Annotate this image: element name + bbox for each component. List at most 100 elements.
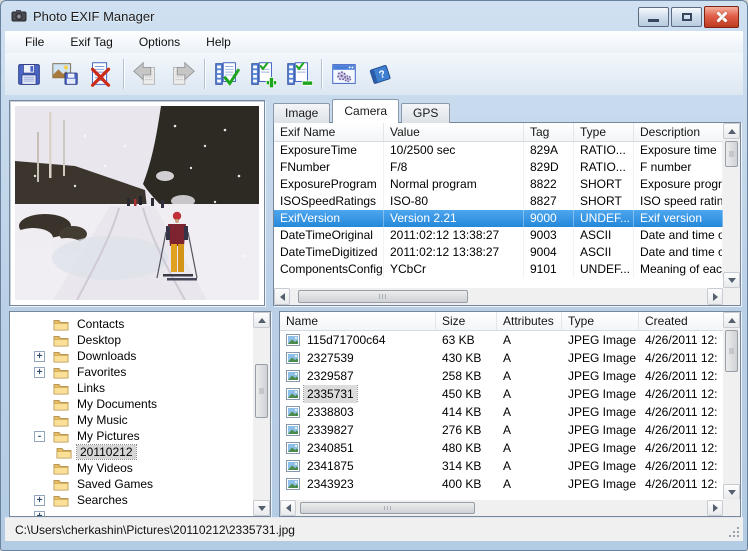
column-header-exif-name[interactable]: Exif Name xyxy=(274,123,384,141)
scroll-right-button[interactable] xyxy=(707,288,723,305)
tab-camera[interactable]: Camera xyxy=(332,99,399,123)
tree-item-my-music[interactable]: My Music xyxy=(10,412,253,428)
options-button[interactable] xyxy=(326,56,362,92)
file-row[interactable]: 2327539 430 KB A JPEG Image 4/26/2011 12… xyxy=(280,349,723,367)
file-row[interactable]: 2338803 414 KB A JPEG Image 4/26/2011 12… xyxy=(280,403,723,421)
file-row[interactable]: 2329587 258 KB A JPEG Image 4/26/2011 12… xyxy=(280,367,723,385)
tree-vertical-scrollbar[interactable] xyxy=(253,312,270,516)
table-row[interactable]: FNumber F/8 829D RATIO... F number xyxy=(274,159,723,176)
collapse-icon[interactable]: - xyxy=(34,431,45,442)
scroll-thumb[interactable] xyxy=(298,290,468,303)
delete-exif-button[interactable] xyxy=(83,56,119,92)
file-size: 400 KB xyxy=(436,475,497,493)
tree-item-favorites[interactable]: + Favorites xyxy=(10,364,253,380)
exif-horizontal-scrollbar[interactable] xyxy=(274,288,723,305)
tree-item-my-documents[interactable]: My Documents xyxy=(10,396,253,412)
save-image-button[interactable] xyxy=(47,56,83,92)
file-row[interactable]: 2341875 314 KB A JPEG Image 4/26/2011 12… xyxy=(280,457,723,475)
folder-icon xyxy=(56,446,72,459)
maximize-button[interactable] xyxy=(671,7,702,27)
previous-image-button[interactable] xyxy=(128,56,164,92)
exif-vertical-scrollbar[interactable] xyxy=(723,123,740,288)
image-file-icon xyxy=(286,370,300,382)
scroll-left-button[interactable] xyxy=(274,288,290,305)
folder-icon xyxy=(53,382,69,395)
tree-item-20110212[interactable]: 20110212 xyxy=(10,444,253,460)
file-type: JPEG Image xyxy=(562,331,639,349)
table-row[interactable]: ComponentsConfig... YCbCr 9101 UNDEF... … xyxy=(274,261,723,278)
column-header-size[interactable]: Size xyxy=(436,312,497,330)
scroll-up-button[interactable] xyxy=(723,123,740,139)
scroll-thumb[interactable] xyxy=(255,364,268,418)
cell-value: Version 2.21 xyxy=(384,210,524,227)
column-header-value[interactable]: Value xyxy=(384,123,524,141)
file-row[interactable]: 2343923 400 KB A JPEG Image 4/26/2011 12… xyxy=(280,475,723,493)
next-image-button[interactable] xyxy=(164,56,200,92)
scroll-down-button[interactable] xyxy=(723,272,740,288)
menu-options[interactable]: Options xyxy=(129,32,190,52)
menu-file[interactable]: File xyxy=(15,32,54,52)
title-bar[interactable]: Photo EXIF Manager xyxy=(1,1,747,31)
triangle-right-icon xyxy=(713,504,718,512)
table-row[interactable]: DateTimeDigitized 2011:02:12 13:38:27 90… xyxy=(274,244,723,261)
menu-help[interactable]: Help xyxy=(196,32,241,52)
table-row-selected[interactable]: ExifVersion Version 2.21 9000 UNDEF... E… xyxy=(274,210,723,227)
scroll-thumb[interactable] xyxy=(725,141,738,167)
apply-tags-button[interactable] xyxy=(209,56,245,92)
minimize-button[interactable] xyxy=(638,7,669,27)
column-header-tag[interactable]: Tag xyxy=(524,123,574,141)
file-row[interactable]: 2339827 276 KB A JPEG Image 4/26/2011 12… xyxy=(280,421,723,439)
triangle-left-icon xyxy=(286,504,291,512)
thumb-grip xyxy=(729,349,734,354)
tree-item-searches[interactable]: + Searches xyxy=(10,492,253,508)
scroll-up-button[interactable] xyxy=(723,312,740,328)
table-row[interactable]: ExposureProgram Normal program 8822 SHOR… xyxy=(274,176,723,193)
column-header-type[interactable]: Type xyxy=(562,312,639,330)
column-header-type[interactable]: Type xyxy=(574,123,634,141)
cell-description: ISO speed rating xyxy=(634,193,723,210)
file-vertical-scrollbar[interactable] xyxy=(723,312,740,500)
scroll-left-button[interactable] xyxy=(280,500,296,516)
resize-grip[interactable] xyxy=(727,525,741,539)
help-button[interactable]: ? xyxy=(362,56,398,92)
scroll-thumb[interactable] xyxy=(300,502,475,514)
add-tag-button[interactable] xyxy=(245,56,281,92)
scroll-down-button[interactable] xyxy=(723,484,740,500)
file-row[interactable]: 115d71700c64 63 KB A JPEG Image 4/26/201… xyxy=(280,331,723,349)
image-file-icon xyxy=(286,460,300,472)
exif-table: Exif Name Value Tag Type Description Exp… xyxy=(273,122,741,306)
tree-item-saved-games[interactable]: Saved Games xyxy=(10,476,253,492)
save-button[interactable] xyxy=(11,56,47,92)
tree-item-contacts[interactable]: Contacts xyxy=(10,316,253,332)
scroll-down-button[interactable] xyxy=(253,500,270,516)
expand-icon[interactable]: + xyxy=(34,511,45,517)
file-horizontal-scrollbar[interactable] xyxy=(280,500,723,516)
table-row[interactable]: ISOSpeedRatings ISO-80 8827 SHORT ISO sp… xyxy=(274,193,723,210)
expand-icon[interactable]: + xyxy=(34,495,45,506)
file-row-selected[interactable]: 2335731 450 KB A JPEG Image 4/26/2011 12… xyxy=(280,385,723,403)
expand-icon[interactable]: + xyxy=(34,367,45,378)
tab-image[interactable]: Image xyxy=(273,103,330,123)
expand-icon[interactable]: + xyxy=(34,351,45,362)
remove-tag-button[interactable] xyxy=(281,56,317,92)
file-row[interactable]: 2340851 480 KB A JPEG Image 4/26/2011 12… xyxy=(280,439,723,457)
tree-item-partial[interactable]: + xyxy=(10,508,253,516)
scroll-up-button[interactable] xyxy=(253,312,270,328)
tree-item-my-pictures[interactable]: - My Pictures xyxy=(10,428,253,444)
table-row[interactable]: ExposureTime 10/2500 sec 829A RATIO... E… xyxy=(274,142,723,159)
tree-item-links[interactable]: Links xyxy=(10,380,253,396)
scroll-right-button[interactable] xyxy=(707,500,723,516)
close-button[interactable] xyxy=(704,6,739,28)
tree-item-downloads[interactable]: + Downloads xyxy=(10,348,253,364)
table-row[interactable]: DateTimeOriginal 2011:02:12 13:38:27 900… xyxy=(274,227,723,244)
column-header-name[interactable]: Name xyxy=(280,312,436,330)
scroll-thumb[interactable] xyxy=(725,330,738,372)
folder-icon xyxy=(53,478,69,491)
cell-description: Date and time of xyxy=(634,227,723,244)
tab-gps[interactable]: GPS xyxy=(401,103,450,123)
file-created: 4/26/2011 12: xyxy=(639,385,723,403)
menu-exif-tag[interactable]: Exif Tag xyxy=(60,32,122,52)
column-header-attributes[interactable]: Attributes xyxy=(497,312,562,330)
tree-item-my-videos[interactable]: My Videos xyxy=(10,460,253,476)
tree-item-desktop[interactable]: Desktop xyxy=(10,332,253,348)
